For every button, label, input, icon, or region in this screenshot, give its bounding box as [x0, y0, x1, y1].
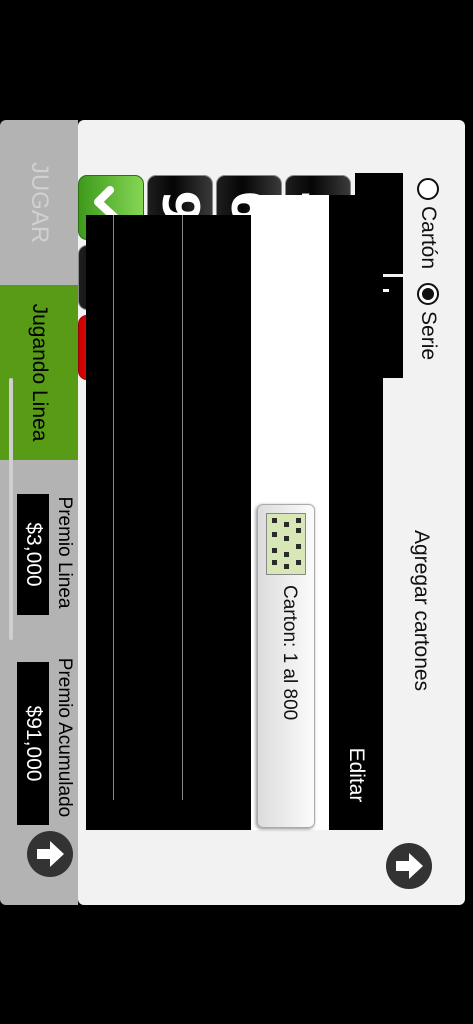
prize-accumulated-label: Premio Acumulado: [54, 657, 75, 818]
prize-line-value: $3,000: [17, 494, 49, 615]
scrollbar[interactable]: [9, 378, 13, 640]
carton-item[interactable]: Carton: 1 al 800: [257, 504, 315, 828]
add-cartons-label: Agregar cartones: [410, 530, 433, 692]
carton-label: Carton: 1 al 800: [279, 585, 300, 721]
screen-rotated: Cartón Serie 3 2 1 6 5 4 9 8 7 0 Agregar…: [0, 0, 473, 1024]
grid-line: [113, 215, 114, 800]
mode-radio-group: Cartón Serie: [413, 178, 443, 360]
prize-accumulated: Premio Acumulado $91,000: [17, 650, 75, 825]
upload-button[interactable]: [386, 843, 432, 889]
prize-accumulated-value: $91,000: [17, 662, 49, 825]
arrow-up-icon: [396, 853, 423, 879]
edit-button[interactable]: Editar: [329, 720, 383, 830]
carton-thumbnail-icon: [266, 513, 306, 575]
prize-line: Premio Linea $3,000: [17, 490, 75, 615]
play-button[interactable]: JUGAR: [0, 120, 78, 285]
back-button[interactable]: [27, 831, 73, 877]
radio-serie[interactable]: [417, 283, 439, 306]
prize-line-label: Premio Linea: [54, 496, 75, 609]
header-bar: [329, 195, 383, 720]
carton-grid-area: [86, 215, 251, 830]
arrow-up-icon: [37, 841, 64, 867]
grid-line: [182, 215, 183, 800]
radio-serie-label: Serie: [417, 311, 440, 361]
radio-carton-label: Cartón: [417, 206, 440, 270]
radio-carton[interactable]: [417, 178, 439, 200]
